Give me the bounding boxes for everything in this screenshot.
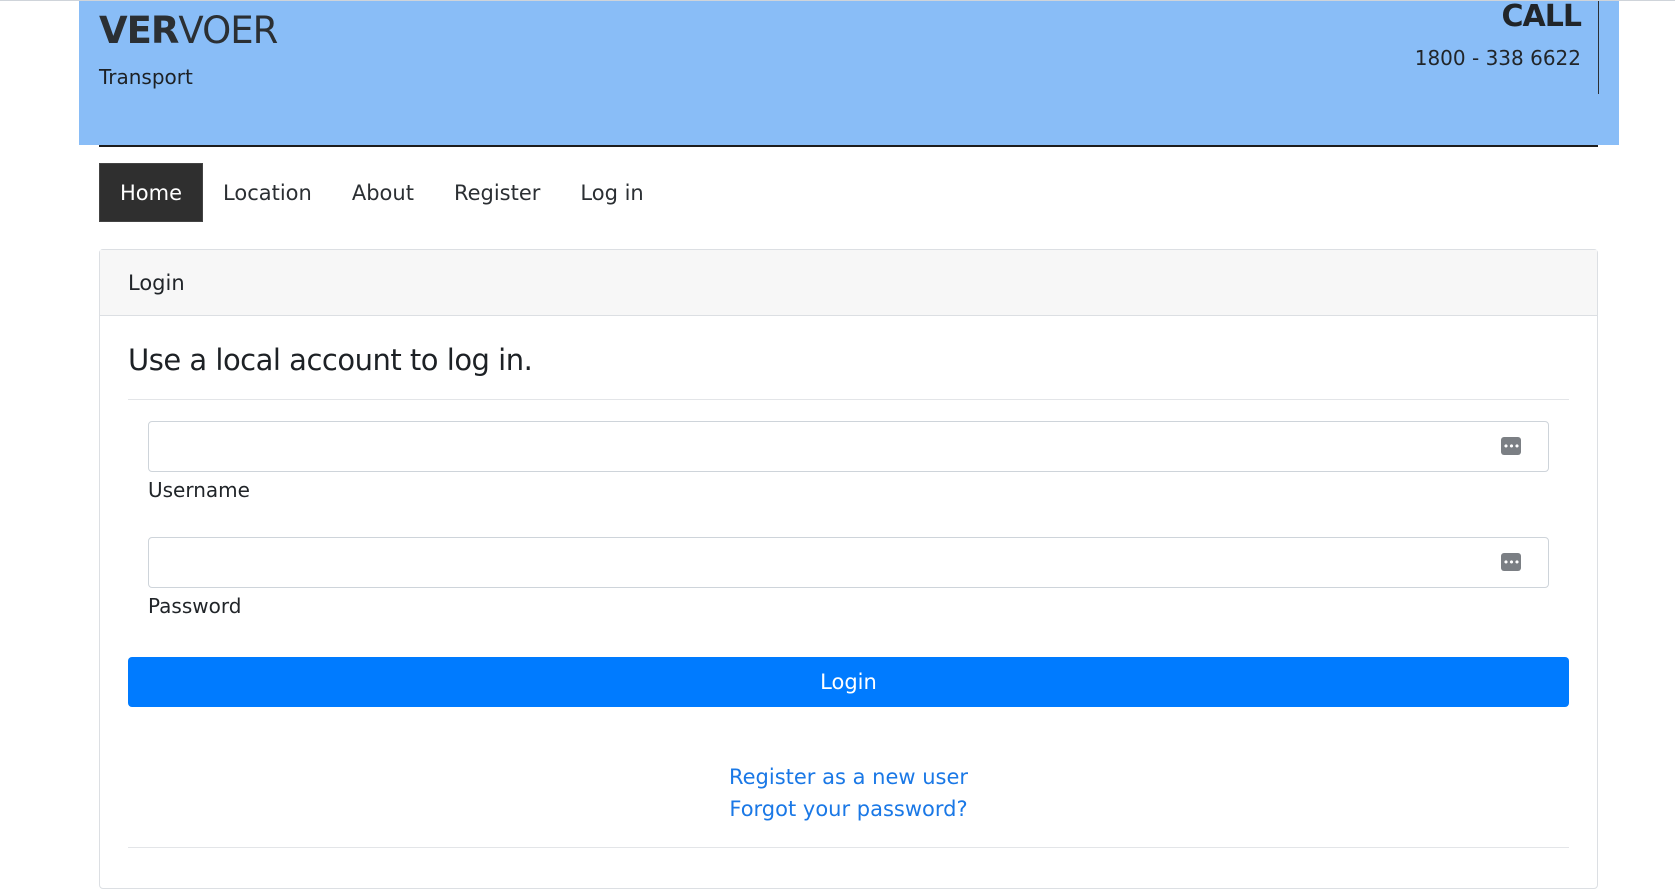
call-phone-number: 1800 - 338 6622 [1414, 46, 1581, 70]
header-divider [99, 145, 1598, 147]
nav-item-register[interactable]: Register [434, 163, 560, 222]
password-manager-icon[interactable]: ••• [1501, 437, 1521, 455]
login-button[interactable]: Login [128, 657, 1569, 707]
forgot-password-link[interactable]: Forgot your password? [128, 793, 1569, 825]
brand-tagline: Transport [99, 65, 193, 89]
register-new-user-link[interactable]: Register as a new user [128, 761, 1569, 793]
login-card: Login Use a local account to log in. •••… [99, 249, 1598, 889]
login-links: Register as a new user Forgot your passw… [128, 761, 1569, 825]
login-card-header: Login [100, 250, 1597, 316]
site-header: VERVOER Transport CALL 1800 - 338 6622 [79, 0, 1619, 145]
nav-item-login[interactable]: Log in [560, 163, 663, 222]
username-input[interactable]: ••• [148, 421, 1549, 472]
nav-item-home[interactable]: Home [99, 163, 204, 222]
username-label: Username [148, 478, 250, 502]
password-input[interactable]: ••• [148, 537, 1549, 588]
brand-light-text: VOER [178, 9, 278, 52]
nav-item-location[interactable]: Location [203, 163, 332, 222]
nav-item-about[interactable]: About [332, 163, 434, 222]
call-box: CALL 1800 - 338 6622 [1299, 0, 1599, 94]
main-nav: Home Location About Register Log in [99, 163, 664, 222]
brand-bold-text: VER [99, 9, 179, 52]
brand-logo[interactable]: VERVOER [99, 9, 278, 52]
title-divider [128, 399, 1569, 400]
call-label: CALL [1501, 0, 1582, 34]
password-manager-icon[interactable]: ••• [1501, 553, 1521, 571]
login-card-title: Use a local account to log in. [128, 343, 533, 377]
password-label: Password [148, 594, 242, 618]
links-divider [128, 847, 1569, 848]
